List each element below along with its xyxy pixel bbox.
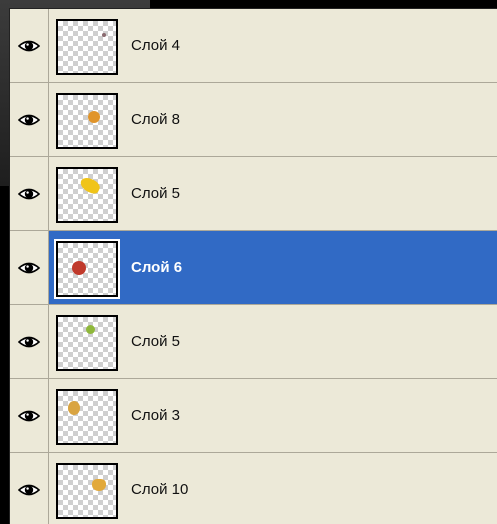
visibility-toggle[interactable] bbox=[10, 305, 49, 378]
layer-thumbnail[interactable] bbox=[56, 167, 118, 223]
layer-row[interactable]: Слой 4 bbox=[10, 9, 497, 83]
layer-name[interactable]: Слой 6 bbox=[131, 231, 182, 304]
layer-thumbnail[interactable] bbox=[56, 93, 118, 149]
layer-name[interactable]: Слой 4 bbox=[131, 9, 180, 82]
layer-thumbnail[interactable] bbox=[56, 315, 118, 371]
layers-panel: Слой 4 Слой 8 Слой 5 Слой 6 Слой 5 Слой … bbox=[9, 8, 497, 524]
visibility-toggle[interactable] bbox=[10, 157, 49, 230]
layer-name[interactable]: Слой 10 bbox=[131, 453, 188, 524]
layer-thumbnail[interactable] bbox=[56, 389, 118, 445]
visibility-toggle[interactable] bbox=[10, 9, 49, 82]
layer-row[interactable]: Слой 6 bbox=[10, 231, 497, 305]
eye-icon bbox=[18, 39, 40, 53]
thumbnail-content bbox=[68, 401, 80, 415]
photoshop-workspace: Слой 4 Слой 8 Слой 5 Слой 6 Слой 5 Слой … bbox=[0, 0, 497, 524]
eye-icon bbox=[18, 409, 40, 423]
visibility-toggle[interactable] bbox=[10, 379, 49, 452]
layer-thumbnail[interactable] bbox=[54, 239, 120, 299]
layer-row[interactable]: Слой 8 bbox=[10, 83, 497, 157]
thumbnail-content bbox=[102, 33, 106, 37]
eye-icon bbox=[18, 187, 40, 201]
layer-name[interactable]: Слой 8 bbox=[131, 83, 180, 156]
layer-row[interactable]: Слой 10 bbox=[10, 453, 497, 524]
thumbnail-content bbox=[92, 479, 106, 491]
visibility-toggle[interactable] bbox=[10, 453, 49, 524]
thumbnail-content bbox=[78, 175, 102, 196]
layer-name[interactable]: Слой 3 bbox=[131, 379, 180, 452]
eye-icon bbox=[18, 335, 40, 349]
layer-name[interactable]: Слой 5 bbox=[131, 305, 180, 378]
layer-row[interactable]: Слой 3 bbox=[10, 379, 497, 453]
visibility-toggle[interactable] bbox=[10, 231, 49, 304]
thumbnail-content bbox=[86, 325, 95, 334]
layer-name[interactable]: Слой 5 bbox=[131, 157, 180, 230]
thumbnail-content bbox=[88, 111, 100, 123]
layer-row[interactable]: Слой 5 bbox=[10, 157, 497, 231]
visibility-toggle[interactable] bbox=[10, 83, 49, 156]
layer-thumbnail[interactable] bbox=[56, 19, 118, 75]
layer-row[interactable]: Слой 5 bbox=[10, 305, 497, 379]
layer-thumbnail[interactable] bbox=[56, 463, 118, 519]
eye-icon bbox=[18, 113, 40, 127]
eye-icon bbox=[18, 261, 40, 275]
eye-icon bbox=[18, 483, 40, 497]
thumbnail-content bbox=[72, 261, 86, 275]
